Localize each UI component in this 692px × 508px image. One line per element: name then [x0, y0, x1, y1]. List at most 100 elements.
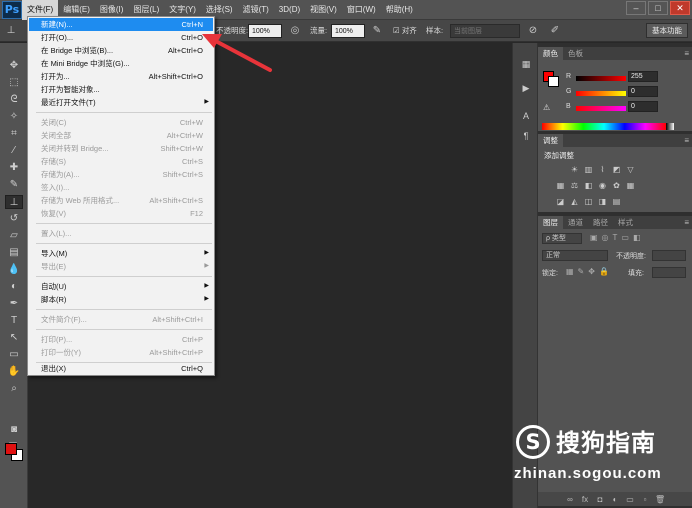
pen-tool-icon[interactable]: ✒ [5, 297, 23, 311]
history-panel-icon[interactable]: ▦ [518, 57, 534, 71]
dodge-tool-icon[interactable]: ◐ [5, 280, 23, 294]
new-layer-icon[interactable]: ▫ [640, 495, 650, 504]
blue-slider[interactable] [576, 106, 626, 111]
layer-filter-kind[interactable]: ρ 类型 [542, 233, 582, 244]
tab-layers[interactable]: 图层 [538, 216, 563, 229]
vibrance-icon[interactable]: ▽ [625, 165, 636, 175]
group-icon[interactable]: ▭ [625, 495, 635, 504]
lock-icons[interactable]: ▦✎✥🔒 [566, 267, 613, 276]
menu-save-for-web[interactable]: 存储为 Web 所用格式... Alt+Shift+Ctrl+S [29, 194, 213, 207]
menu-window[interactable]: 窗口(W) [342, 0, 381, 20]
ignore-adjust-icon[interactable]: ⊘ [526, 24, 540, 38]
eraser-tool-icon[interactable]: ▱ [5, 229, 23, 243]
posterize-icon[interactable]: ◭ [569, 197, 580, 207]
crop-tool-icon[interactable]: ⌗ [5, 127, 23, 141]
menu-revert[interactable]: 恢复(V) F12 [29, 207, 213, 220]
exposure-icon[interactable]: ◩ [611, 165, 622, 175]
menu-open-smart-object[interactable]: 打开为智能对象... [29, 83, 213, 96]
red-value[interactable]: 255 [628, 71, 658, 82]
character-panel-icon[interactable]: A [518, 109, 534, 123]
menu-open-as[interactable]: 打开为... Alt+Shift+Ctrl+O [29, 70, 213, 83]
tab-channels[interactable]: 通道 [563, 216, 588, 229]
clone-stamp-tool-icon[interactable]: ⊥ [5, 195, 23, 209]
menu-save-as[interactable]: 存储为(A)... Shift+Ctrl+S [29, 168, 213, 181]
layer-mask-icon[interactable]: ◘ [595, 495, 605, 504]
layer-filter-icons[interactable]: ▣◎T▭◧ [590, 233, 645, 242]
menu-close[interactable]: 关闭(C) Ctrl+W [29, 116, 213, 129]
menu-print-one-copy[interactable]: 打印一份(Y) Alt+Shift+Ctrl+P [29, 346, 213, 359]
menu-filter[interactable]: 滤镜(T) [238, 0, 274, 20]
tab-paths[interactable]: 路径 [588, 216, 613, 229]
history-brush-tool-icon[interactable]: ↺ [5, 212, 23, 226]
clone-stamp-tool-icon[interactable]: ⊥ [4, 24, 18, 38]
curves-icon[interactable]: ⌇ [597, 165, 608, 175]
actions-panel-icon[interactable]: ▶ [518, 81, 534, 95]
tab-adjustments[interactable]: 调整 [538, 134, 563, 147]
delete-layer-icon[interactable]: 🗑 [655, 495, 665, 504]
channel-mixer-icon[interactable]: ✿ [611, 181, 622, 191]
flow-field[interactable]: 100% [331, 24, 365, 38]
menu-browse-bridge[interactable]: 在 Bridge 中浏览(B)... Alt+Ctrl+O [29, 44, 213, 57]
invert-icon[interactable]: ◪ [555, 197, 566, 207]
workspace-switcher[interactable]: 基本功能 [646, 23, 688, 38]
menu-3d[interactable]: 3D(D) [274, 0, 305, 20]
lasso-tool-icon[interactable]: ᘓ [5, 93, 23, 107]
close-button[interactable]: ✕ [670, 1, 690, 15]
pressure-opacity-icon[interactable]: ◎ [288, 24, 302, 38]
zoom-tool-icon[interactable]: ⌕ [5, 382, 23, 396]
quick-select-tool-icon[interactable]: ✧ [5, 110, 23, 124]
tab-styles[interactable]: 样式 [613, 216, 638, 229]
align-checkbox[interactable]: ☑ 对齐 [393, 24, 417, 38]
panel-menu-icon[interactable]: ≡ [684, 216, 689, 229]
menu-scripts[interactable]: 脚本(R) ▶ [29, 293, 213, 306]
brush-tool-icon[interactable]: ✎ [5, 178, 23, 192]
menu-import[interactable]: 导入(M) ▶ [29, 247, 213, 260]
adjustment-layer-icon[interactable]: ◐ [610, 495, 620, 504]
foreground-color-swatch[interactable] [5, 443, 17, 455]
quick-mask-icon[interactable]: ◙ [5, 423, 23, 437]
tab-swatches[interactable]: 色板 [563, 47, 588, 60]
blur-tool-icon[interactable]: 💧 [5, 263, 23, 277]
menu-view[interactable]: 视图(V) [305, 0, 342, 20]
menu-automate[interactable]: 自动(U) ▶ [29, 280, 213, 293]
color-background-swatch[interactable] [548, 76, 559, 87]
menu-open[interactable]: 打开(O)... Ctrl+O [29, 31, 213, 44]
color-balance-icon[interactable]: ⚖ [569, 181, 580, 191]
selective-color-icon[interactable]: ◨ [597, 197, 608, 207]
photo-filter-icon[interactable]: ◉ [597, 181, 608, 191]
link-layers-icon[interactable]: ∞ [565, 495, 575, 504]
menu-file-info[interactable]: 文件简介(F)... Alt+Shift+Ctrl+I [29, 313, 213, 326]
blend-mode-select[interactable]: 正常 [542, 250, 608, 261]
move-tool-icon[interactable]: ✥ [5, 59, 23, 73]
sample-select[interactable]: 当前图层 [450, 24, 520, 38]
menu-new[interactable]: 新建(N)... Ctrl+N [29, 18, 213, 31]
minimize-button[interactable]: – [626, 1, 646, 15]
eyedropper-tool-icon[interactable]: ⁄ [5, 144, 23, 158]
gradient-tool-icon[interactable]: ▤ [5, 246, 23, 260]
levels-icon[interactable]: ▥ [583, 165, 594, 175]
gradient-map-icon[interactable]: ▤ [611, 197, 622, 207]
blue-value[interactable]: 0 [628, 101, 658, 112]
type-tool-icon[interactable]: T [5, 314, 23, 328]
menu-print[interactable]: 打印(P)... Ctrl+P [29, 333, 213, 346]
path-select-tool-icon[interactable]: ↖ [5, 331, 23, 345]
menu-check-in[interactable]: 签入(I)... [29, 181, 213, 194]
menu-close-go-bridge[interactable]: 关闭并转到 Bridge... Shift+Ctrl+W [29, 142, 213, 155]
hand-tool-icon[interactable]: ✋ [5, 365, 23, 379]
layer-opacity-field[interactable] [652, 250, 686, 261]
airbrush-icon[interactable]: ✎ [370, 24, 384, 38]
menu-exit[interactable]: 退出(X) Ctrl+Q [29, 362, 213, 375]
tab-color[interactable]: 颜色 [538, 47, 563, 60]
green-slider[interactable] [576, 91, 626, 96]
black-white-ramp[interactable] [666, 123, 674, 130]
menu-place[interactable]: 置入(L)... [29, 227, 213, 240]
panel-menu-icon[interactable]: ≡ [684, 47, 689, 60]
black-white-icon[interactable]: ◧ [583, 181, 594, 191]
green-value[interactable]: 0 [628, 86, 658, 97]
red-slider[interactable] [576, 76, 626, 81]
brightness-icon[interactable]: ☀ [569, 165, 580, 175]
opacity-field[interactable]: 100% [248, 24, 282, 38]
healing-brush-tool-icon[interactable]: ✚ [5, 161, 23, 175]
fill-field[interactable] [652, 267, 686, 278]
menu-export[interactable]: 导出(E) ▶ [29, 260, 213, 273]
